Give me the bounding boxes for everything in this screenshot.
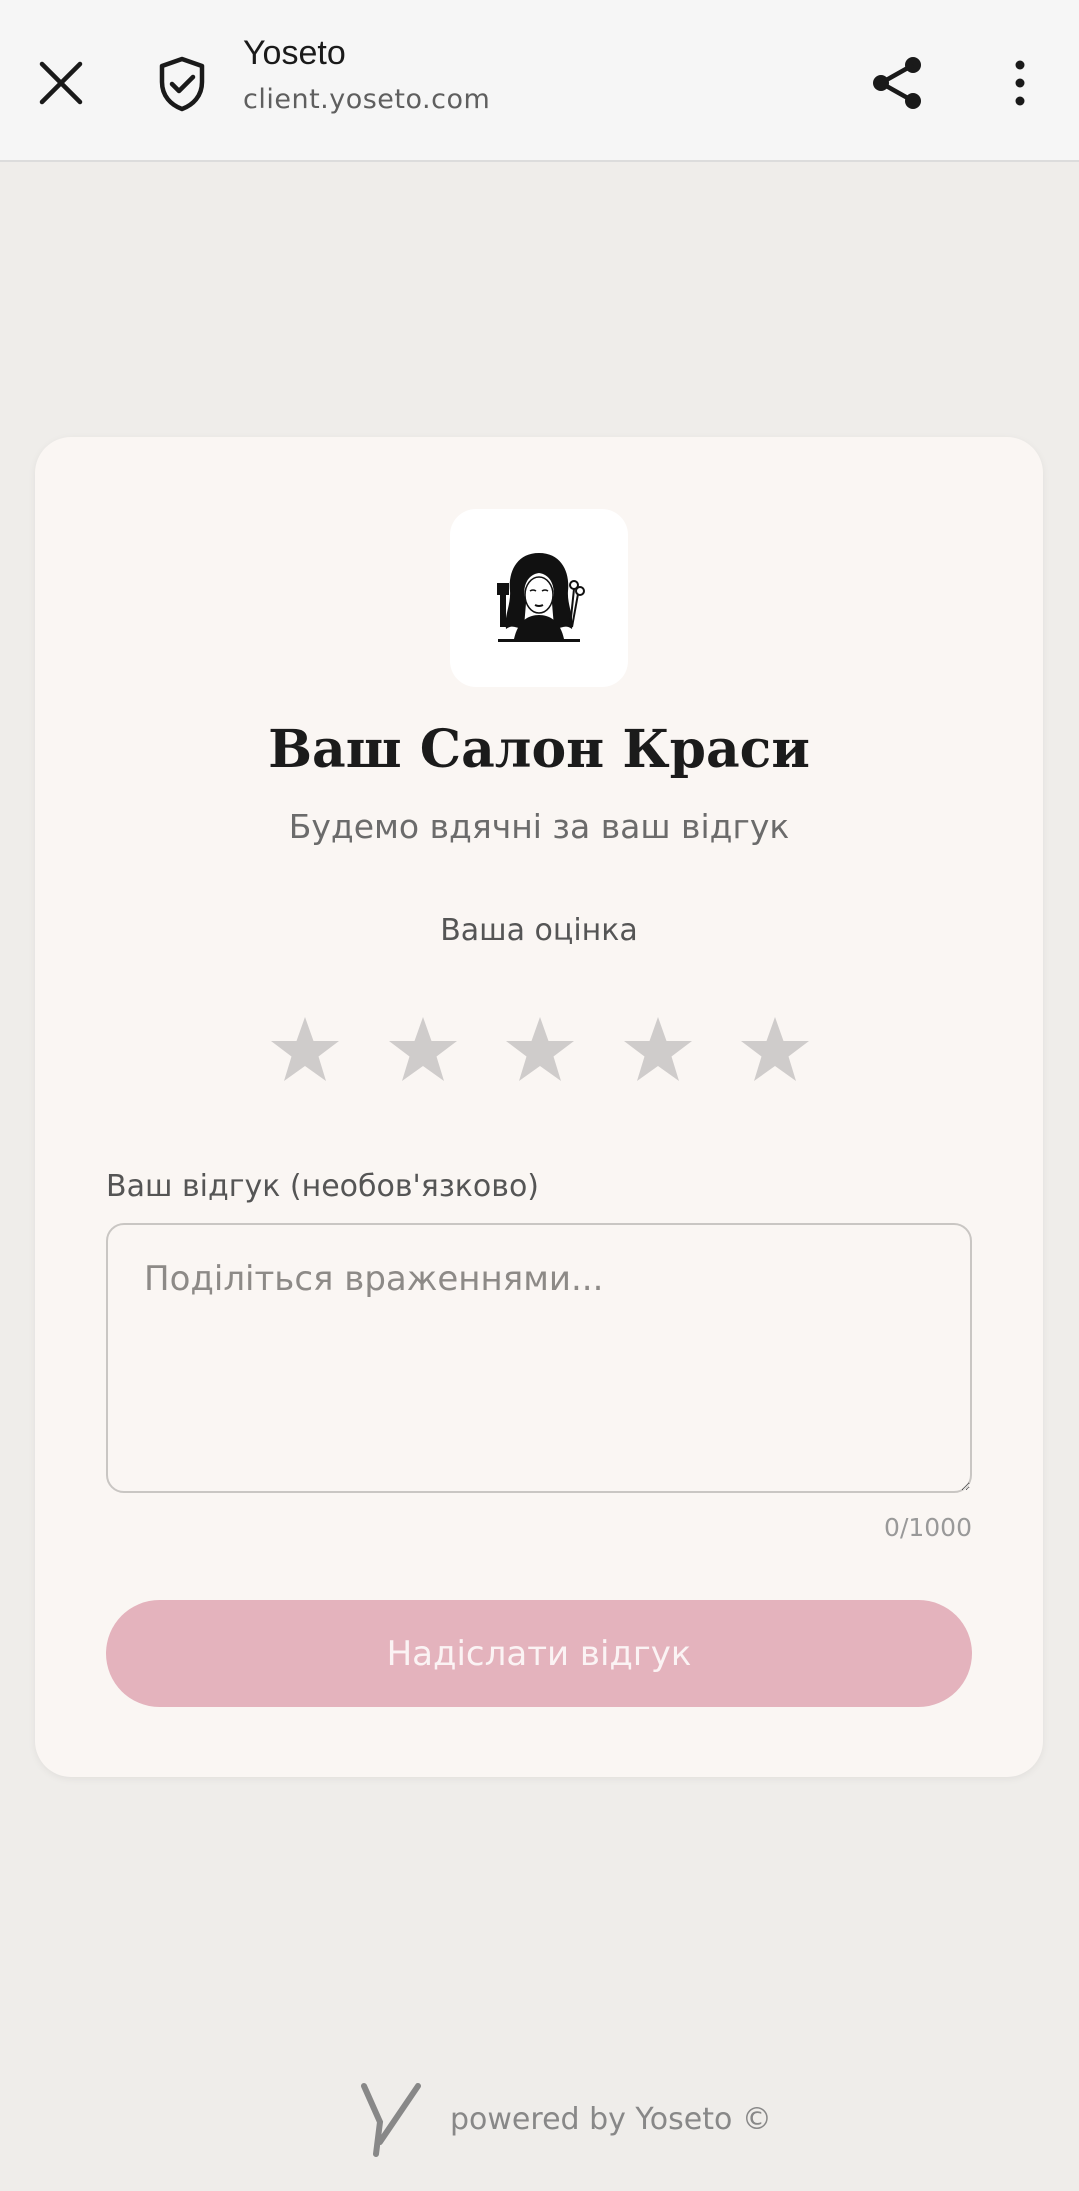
footer: powered by Yoseto ©	[0, 2082, 1079, 2162]
star-icon	[506, 1017, 574, 1081]
star-4[interactable]	[620, 1012, 696, 1088]
yoseto-logo-icon	[360, 2082, 422, 2158]
share-icon[interactable]	[866, 52, 928, 114]
star-2[interactable]	[385, 1012, 461, 1088]
more-vertical-icon[interactable]	[990, 52, 1050, 114]
submit-review-button[interactable]: Надіслати відгук	[106, 1600, 972, 1707]
review-textarea[interactable]	[106, 1223, 972, 1493]
powered-by-text[interactable]: powered by Yoseto ©	[450, 2102, 772, 2137]
close-icon[interactable]	[30, 52, 92, 114]
star-icon	[623, 1017, 692, 1081]
char-counter: 0/1000	[884, 1513, 972, 1542]
salon-name: Ваш Салон Краси	[268, 719, 810, 780]
star-rating	[267, 1005, 813, 1095]
salon-logo	[450, 509, 628, 687]
star-5[interactable]	[737, 1012, 813, 1088]
salon-woman-logo-icon	[497, 553, 585, 642]
star-icon	[741, 1017, 809, 1081]
star-3[interactable]	[502, 1012, 578, 1088]
browser-toolbar: Yoseto client.yoseto.com	[0, 0, 1079, 162]
page-title[interactable]: Yoseto	[243, 34, 346, 73]
star-1[interactable]	[267, 1012, 343, 1088]
shield-check-icon[interactable]	[152, 54, 212, 114]
page-url[interactable]: client.yoseto.com	[243, 84, 490, 115]
review-card: Ваш Салон Краси Будемо вдячні за ваш від…	[35, 437, 1043, 1777]
star-icon	[271, 1017, 339, 1081]
review-label: Ваш відгук (необов'язково)	[106, 1169, 540, 1204]
rating-label: Ваша оцінка	[440, 913, 638, 948]
star-icon	[388, 1017, 457, 1081]
salon-subtitle: Будемо вдячні за ваш відгук	[288, 807, 790, 846]
